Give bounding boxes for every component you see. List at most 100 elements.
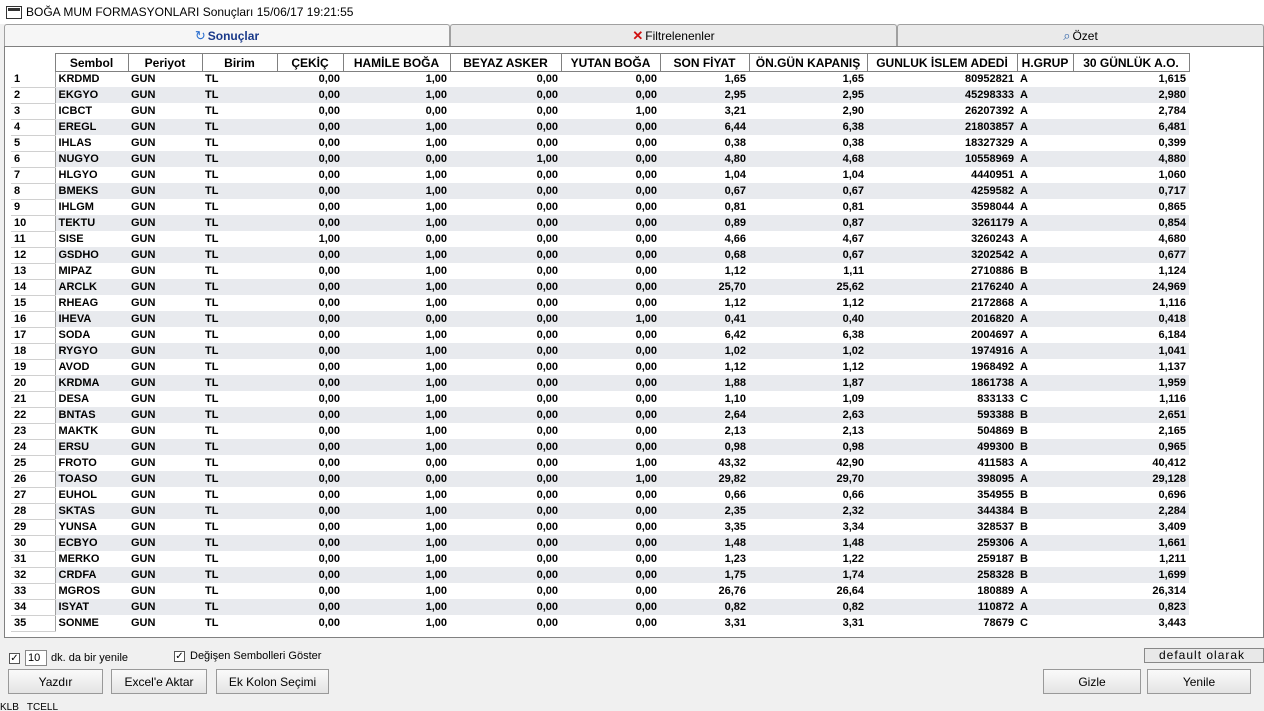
refresh-minutes-input[interactable]: 10 [25,650,47,666]
table-cell: B [1017,567,1073,584]
table-row[interactable]: 35 SONME GUN TL 0,00 1,00 0,00 0,00 3,31 3,31 7867… [11,615,1189,632]
table-row[interactable]: 9 IHLGM GUN TL 0,00 1,00 0,00 0,00 0,81 0,81 35980… [11,199,1189,216]
table-row[interactable]: 19 AVOD GUN TL 0,00 1,00 0,00 0,00 1,12 1,12 19684… [11,359,1189,376]
table-row[interactable]: 6 NUGYO GUN TL 0,00 0,00 1,00 0,00 4,80 4,68 10558… [11,151,1189,168]
default-dropdown[interactable]: default olarak [1144,648,1264,663]
table-row[interactable]: 20 KRDMA GUN TL 0,00 1,00 0,00 0,00 1,88 1,87 1861… [11,375,1189,392]
table-cell: TL [202,567,277,584]
table-row[interactable]: 21 DESA GUN TL 0,00 1,00 0,00 0,00 1,10 1,09 83313… [11,391,1189,408]
table-cell: 0,00 [536,200,558,213]
row-number: 1 [11,71,56,88]
refresh-button[interactable]: Yenile [1147,669,1251,694]
table-row[interactable]: 12 GSDHO GUN TL 0,00 1,00 0,00 0,00 0,68 0,67 3202… [11,247,1189,264]
table-cell: 0,00 [277,279,343,296]
column-header[interactable]: SON FİYAT [659,53,750,72]
table-row[interactable]: 2 EKGYO GUN TL 0,00 1,00 0,00 0,00 2,95 2,95 45298… [11,87,1189,104]
table-row[interactable]: 17 SODA GUN TL 0,00 1,00 0,00 0,00 6,42 6,38 20046… [11,327,1189,344]
tab-label: Filtrelenenler [645,28,715,43]
tab-sonuclar[interactable]: ↻ Sonuçlar [4,24,450,47]
table-cell: 0,00 [318,73,340,86]
show-changed-checkbox[interactable]: ✓ [174,650,185,662]
auto-refresh-checkbox[interactable]: ✓ [9,652,20,664]
table-cell: 6,481 [1073,119,1189,136]
column-header[interactable]: YUTAN BOĞA [560,53,661,72]
table-cell: 0,00 [450,343,561,360]
table-cell: A [1017,375,1073,392]
row-number: 15 [11,295,56,312]
table-cell: 1,615 [1158,73,1186,86]
table-row[interactable]: 30 ECBYO GUN TL 0,00 1,00 0,00 0,00 1,48 1,48 2593… [11,535,1189,552]
column-header[interactable]: Birim [201,53,278,72]
results-grid[interactable]: Sembol Periyot Birim ÇEKİÇ HAMİLE BOĞA BEYAZ … [4,46,1264,638]
table-row[interactable]: 32 CRDFA GUN TL 0,00 1,00 0,00 0,00 1,75 1,74 2583… [11,567,1189,584]
excel-export-button[interactable]: Excel'e Aktar [111,669,207,694]
table-row[interactable]: 13 MIPAZ GUN TL 0,00 1,00 0,00 0,00 1,12 1,11 2710… [11,263,1189,280]
extra-column-button[interactable]: Ek Kolon Seçimi [216,669,329,694]
tab-ozet[interactable]: ⌕ Özet [897,24,1264,46]
column-header[interactable]: BEYAZ ASKER [449,53,562,72]
column-header[interactable]: Periyot [127,53,203,72]
table-row[interactable]: 34 ISYAT GUN TL 0,00 1,00 0,00 0,00 0,82 0,82 1108… [11,599,1189,616]
table-cell: 0,00 [277,343,343,360]
table-cell: 0,00 [536,73,558,86]
table-row[interactable]: 14 ARCLK GUN TL 0,00 1,00 0,00 0,00 25,70 25,62 21… [11,279,1189,296]
table-cell: 1,00 [425,584,447,597]
table-row[interactable]: 8 BMEKS GUN TL 0,00 1,00 0,00 0,00 0,67 0,67 42595… [11,183,1189,200]
table-cell: TL [202,215,277,232]
table-row[interactable]: 25 FROTO GUN TL 0,00 0,00 0,00 1,00 43,32 42,90 41… [11,455,1189,472]
table-cell: 1,48 [749,535,867,552]
table-row[interactable]: 5 IHLAS GUN TL 0,00 1,00 0,00 0,00 0,38 0,38 18327… [11,135,1189,152]
table-cell: 0,865 [1158,200,1186,213]
table-cell: 0,00 [561,567,660,584]
table-row[interactable]: 10 TEKTU GUN TL 0,00 1,00 0,00 0,00 0,89 0,87 3261… [11,215,1189,232]
table-row[interactable]: 7 HLGYO GUN TL 0,00 1,00 0,00 0,00 1,04 1,04 44409… [11,167,1189,184]
column-header[interactable]: GUNLUK İSLEM ADEDİ [866,53,1018,72]
column-header[interactable]: Sembol [54,53,129,72]
table-cell: ARCLK [55,279,128,296]
table-cell: 0,00 [318,360,340,373]
table-row[interactable]: 3 ICBCT GUN TL 0,00 0,00 0,00 1,00 3,21 2,90 26207… [11,103,1189,120]
table-cell: 0,40 [749,311,867,328]
table-row[interactable]: 26 TOASO GUN TL 0,00 0,00 0,00 1,00 29,82 29,70 39… [11,471,1189,488]
table-cell: 3598044 [971,200,1014,213]
column-header[interactable]: HAMİLE BOĞA [342,53,451,72]
table-row[interactable]: 31 MERKO GUN TL 0,00 1,00 0,00 0,00 1,23 1,22 2591… [11,551,1189,568]
column-header[interactable] [11,53,55,72]
table-row[interactable]: 18 RYGYO GUN TL 0,00 1,00 0,00 0,00 1,02 1,02 1974… [11,343,1189,360]
hide-button[interactable]: Gizle [1043,669,1141,694]
table-row[interactable]: 15 RHEAG GUN TL 0,00 1,00 0,00 0,00 1,12 1,12 2172… [11,295,1189,312]
table-cell: 1,00 [343,183,450,200]
table-cell: 0,00 [450,183,561,200]
table-cell: 398095 [867,471,1017,488]
table-row[interactable]: 28 SKTAS GUN TL 0,00 1,00 0,00 0,00 2,35 2,32 3443… [11,503,1189,520]
table-cell: 3,34 [842,520,864,533]
table-row[interactable]: 27 EUHOL GUN TL 0,00 1,00 0,00 0,00 0,66 0,66 3549… [11,487,1189,504]
column-header[interactable]: H.GRUP [1016,53,1074,72]
table-row[interactable]: 4 EREGL GUN TL 0,00 1,00 0,00 0,00 6,44 6,38 21803… [11,119,1189,136]
table-cell: 1,00 [343,375,450,392]
tab-filtrelenenler[interactable]: ✕ Filtrelenenler [450,24,897,46]
column-header[interactable]: ÖN.GÜN KAPANIŞ [748,53,868,72]
table-cell: 1,00 [425,168,447,181]
column-header[interactable]: ÇEKİÇ [276,53,344,72]
table-row[interactable]: 16 IHEVA GUN TL 0,00 0,00 0,00 1,00 0,41 0,40 2016… [11,311,1189,328]
table-cell: 40,412 [1152,456,1186,469]
table-cell: 2,165 [1158,424,1186,437]
table-row[interactable]: 23 MAKTK GUN TL 0,00 1,00 0,00 0,00 2,13 2,13 5048… [11,423,1189,440]
table-row[interactable]: 22 BNTAS GUN TL 0,00 1,00 0,00 0,00 2,64 2,63 5933… [11,407,1189,424]
table-row[interactable]: 29 YUNSA GUN TL 0,00 1,00 0,00 0,00 3,35 3,34 3285… [11,519,1189,536]
table-cell: GUN [128,215,202,232]
table-cell: TL [205,616,219,629]
table-cell: 0,00 [536,424,558,437]
table-row[interactable]: 33 MGROS GUN TL 0,00 1,00 0,00 0,00 26,76 26,64 18… [11,583,1189,600]
table-cell: 1,00 [425,488,447,501]
column-header[interactable]: 30 GÜNLÜK A.O. [1072,53,1190,72]
table-cell: 0,00 [343,151,450,168]
table-row[interactable]: 11 SISE GUN TL 1,00 0,00 0,00 0,00 4,66 4,67 32602… [11,231,1189,248]
table-row[interactable]: 1 KRDMD GUN TL 0,00 1,00 0,00 0,00 1,65 1,65 80952… [11,71,1189,88]
table-cell: 593388 [867,407,1017,424]
table-row[interactable]: 24 ERSU GUN TL 0,00 1,00 0,00 0,00 0,98 0,98 49930… [11,439,1189,456]
table-cell: TL [205,488,219,501]
print-button[interactable]: Yazdır [8,669,103,694]
table-cell: GUN [131,424,156,437]
